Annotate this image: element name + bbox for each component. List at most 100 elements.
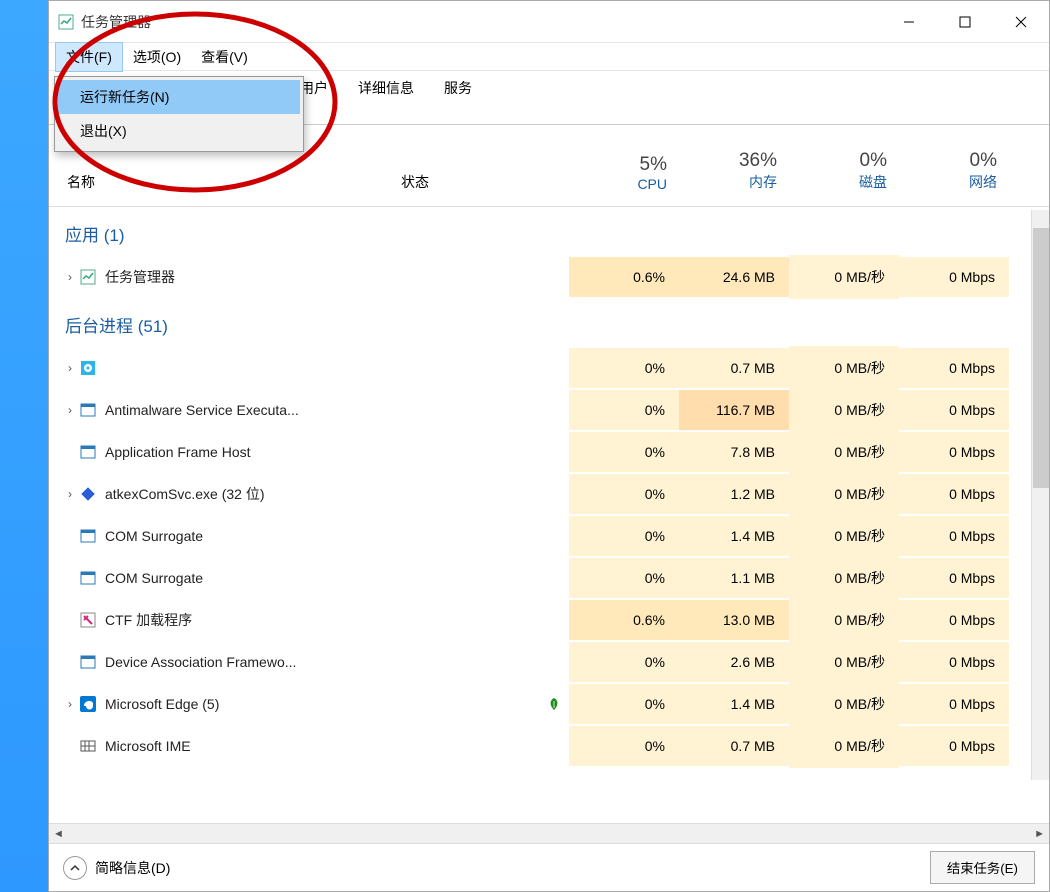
process-name: Microsoft Edge (5): [105, 696, 219, 712]
expand-toggle[interactable]: ›: [61, 487, 79, 501]
disk-value: 0 MB/秒: [789, 598, 899, 642]
menu-item-run-new-task[interactable]: 运行新任务(N): [58, 80, 300, 114]
memory-value: 1.4 MB: [679, 516, 789, 556]
table-row[interactable]: COM Surrogate 0% 1.4 MB 0 MB/秒 0 Mbps: [49, 515, 1049, 557]
process-name: atkexComSvc.exe (32 位): [105, 484, 265, 504]
network-value: 0 Mbps: [899, 390, 1009, 430]
tab-services[interactable]: 服务: [429, 71, 487, 124]
file-menu-dropdown: 运行新任务(N) 退出(X): [54, 76, 304, 152]
cpu-value: 0%: [569, 726, 679, 766]
memory-value: 0.7 MB: [679, 726, 789, 766]
expand-toggle[interactable]: ›: [61, 270, 79, 284]
memory-value: 2.6 MB: [679, 642, 789, 682]
col-memory[interactable]: 36% 内存: [679, 144, 789, 198]
process-name: Device Association Framewo...: [105, 654, 296, 670]
chevron-up-icon: [70, 863, 80, 873]
expand-toggle[interactable]: ›: [61, 697, 79, 711]
table-row[interactable]: › Microsoft Edge (5) 0% 1.4 MB 0 MB/秒 0 …: [49, 683, 1049, 725]
table-row[interactable]: Microsoft IME 0% 0.7 MB 0 MB/秒 0 Mbps: [49, 725, 1049, 767]
process-icon: [79, 268, 97, 286]
process-icon: [79, 611, 97, 629]
col-disk[interactable]: 0% 磁盘: [789, 144, 899, 198]
group-header-apps: 应用 (1): [49, 207, 1049, 256]
scroll-left-icon[interactable]: ◄: [53, 828, 64, 840]
window-title: 任务管理器: [81, 12, 881, 32]
maximize-button[interactable]: [937, 1, 993, 43]
vertical-scrollbar-thumb[interactable]: [1033, 228, 1049, 488]
table-row[interactable]: CTF 加载程序 0.6% 13.0 MB 0 MB/秒 0 Mbps: [49, 599, 1049, 641]
table-body: 应用 (1) › 任务管理器 0.6% 24.6 MB 0 MB/秒 0 Mbp…: [49, 207, 1049, 823]
disk-value: 0 MB/秒: [789, 255, 899, 299]
memory-value: 116.7 MB: [679, 390, 789, 430]
cpu-value: 0%: [569, 348, 679, 388]
process-name: Microsoft IME: [105, 738, 191, 754]
col-cpu[interactable]: 5% CPU: [569, 148, 679, 198]
process-icon: [79, 527, 97, 545]
group-header-background: 后台进程 (51): [49, 298, 1049, 347]
network-value: 0 Mbps: [899, 516, 1009, 556]
table-row[interactable]: Application Frame Host 0% 7.8 MB 0 MB/秒 …: [49, 431, 1049, 473]
memory-value: 1.1 MB: [679, 558, 789, 598]
col-network[interactable]: 0% 网络: [899, 144, 1009, 198]
menu-options[interactable]: 选项(O): [123, 43, 191, 71]
menubar: 文件(F) 选项(O) 查看(V): [49, 43, 1049, 71]
network-value: 0 Mbps: [899, 558, 1009, 598]
minimize-button[interactable]: [881, 1, 937, 43]
disk-value: 0 MB/秒: [789, 640, 899, 684]
network-value: 0 Mbps: [899, 726, 1009, 766]
cpu-value: 0.6%: [569, 257, 679, 297]
col-status[interactable]: 状态: [389, 166, 569, 198]
col-name[interactable]: 名称: [49, 166, 389, 198]
network-value: 0 Mbps: [899, 642, 1009, 682]
table-row[interactable]: › 0% 0.7 MB 0 MB/秒 0 Mbps: [49, 347, 1049, 389]
table-row[interactable]: › 任务管理器 0.6% 24.6 MB 0 MB/秒 0 Mbps: [49, 256, 1049, 298]
table-row[interactable]: › Antimalware Service Executa... 0% 116.…: [49, 389, 1049, 431]
network-value: 0 Mbps: [899, 257, 1009, 297]
network-value: 0 Mbps: [899, 348, 1009, 388]
table-row[interactable]: COM Surrogate 0% 1.1 MB 0 MB/秒 0 Mbps: [49, 557, 1049, 599]
end-task-button[interactable]: 结束任务(E): [930, 851, 1035, 884]
process-icon: [79, 695, 97, 713]
table-row[interactable]: Device Association Framewo... 0% 2.6 MB …: [49, 641, 1049, 683]
scroll-right-icon[interactable]: ►: [1034, 828, 1045, 840]
leaf-icon: [547, 697, 561, 711]
network-value: 0 Mbps: [899, 474, 1009, 514]
close-button[interactable]: [993, 1, 1049, 43]
expand-toggle[interactable]: ›: [61, 361, 79, 375]
process-icon: [79, 569, 97, 587]
menu-file[interactable]: 文件(F): [55, 42, 123, 72]
network-value: 0 Mbps: [899, 684, 1009, 724]
disk-value: 0 MB/秒: [789, 430, 899, 474]
network-value: 0 Mbps: [899, 432, 1009, 472]
process-name: Antimalware Service Executa...: [105, 402, 299, 418]
disk-value: 0 MB/秒: [789, 556, 899, 600]
disk-value: 0 MB/秒: [789, 388, 899, 432]
process-icon: [79, 737, 97, 755]
process-icon: [79, 443, 97, 461]
process-table: 名称 状态 5% CPU 36% 内存 0% 磁盘 0% 网络 应用 (1) ›: [49, 125, 1049, 843]
memory-value: 13.0 MB: [679, 600, 789, 640]
fewer-details-toggle[interactable]: [63, 856, 87, 880]
menu-item-exit[interactable]: 退出(X): [58, 114, 300, 148]
cpu-value: 0%: [569, 558, 679, 598]
process-name: COM Surrogate: [105, 528, 203, 544]
expand-toggle[interactable]: ›: [61, 403, 79, 417]
memory-value: 1.2 MB: [679, 474, 789, 514]
desktop-background: [0, 0, 48, 892]
app-icon: [57, 13, 75, 31]
process-status: [389, 697, 569, 711]
disk-value: 0 MB/秒: [789, 346, 899, 390]
fewer-details-label[interactable]: 简略信息(D): [95, 858, 170, 878]
horizontal-scrollbar[interactable]: ◄ ►: [49, 823, 1049, 843]
process-name: CTF 加载程序: [105, 610, 192, 630]
cpu-value: 0%: [569, 684, 679, 724]
disk-value: 0 MB/秒: [789, 682, 899, 726]
disk-value: 0 MB/秒: [789, 472, 899, 516]
cpu-value: 0%: [569, 390, 679, 430]
table-row[interactable]: › atkexComSvc.exe (32 位) 0% 1.2 MB 0 MB/…: [49, 473, 1049, 515]
network-value: 0 Mbps: [899, 600, 1009, 640]
disk-value: 0 MB/秒: [789, 514, 899, 558]
tab-details[interactable]: 详细信息: [343, 71, 429, 124]
menu-view[interactable]: 查看(V): [191, 43, 258, 71]
cpu-value: 0.6%: [569, 600, 679, 640]
